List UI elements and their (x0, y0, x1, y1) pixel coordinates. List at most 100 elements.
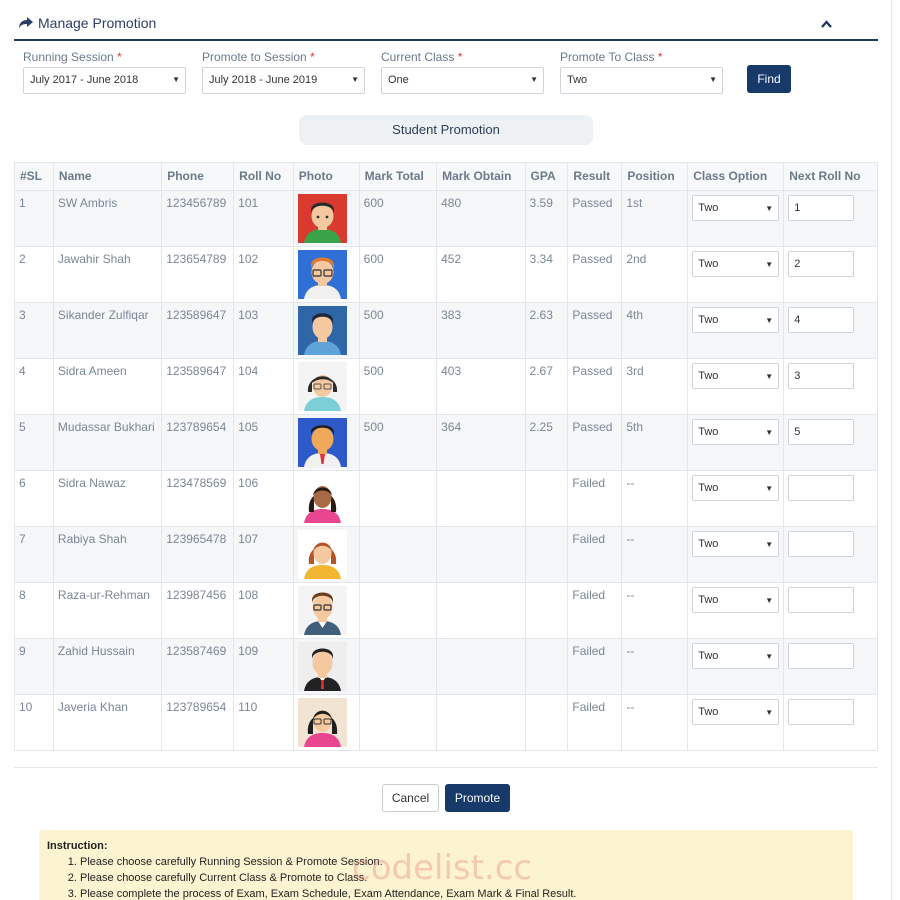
class-option-select[interactable]: Two ▼ (692, 643, 780, 669)
caret-down-icon: ▼ (765, 372, 774, 381)
mark-obtain-cell: 403 (436, 358, 526, 415)
student-photo (297, 306, 347, 355)
class-option-select[interactable]: Two ▼ (692, 531, 780, 557)
next-roll-input[interactable] (788, 531, 855, 557)
next-roll-input[interactable] (788, 699, 855, 725)
result-cell: Failed (567, 470, 623, 527)
promote-session-select[interactable]: July 2018 - June 2019 ▼ (202, 67, 365, 94)
student-photo (297, 250, 347, 299)
class-option-cell: Two ▼ (687, 302, 785, 359)
sl-cell: 9 (14, 638, 54, 695)
column-header: Name (52, 162, 163, 191)
name-cell: Javeria Khan (52, 694, 163, 751)
class-option-select[interactable]: Two ▼ (692, 307, 780, 333)
result-cell: Failed (567, 638, 623, 695)
column-header: Mark Obtain (436, 162, 526, 191)
next-roll-input[interactable]: 4 (788, 307, 855, 333)
next-roll-input[interactable] (788, 643, 855, 669)
result-cell: Passed (567, 302, 623, 359)
position-cell: 4th (621, 302, 689, 359)
instruction-item: Please complete the process of Exam, Exa… (80, 886, 845, 900)
next-roll-input[interactable]: 2 (788, 251, 855, 277)
running-session-label: Running Session * (23, 50, 122, 64)
find-button[interactable]: Find (747, 65, 791, 93)
column-header: GPA (524, 162, 569, 191)
gpa-cell: 3.34 (524, 246, 569, 303)
running-session-select[interactable]: July 2017 - June 2018 ▼ (23, 67, 186, 94)
current-class-select[interactable]: One ▼ (381, 67, 544, 94)
gpa-cell (524, 638, 569, 695)
student-photo (297, 362, 347, 411)
mark-obtain-cell: 383 (436, 302, 526, 359)
photo-cell (292, 526, 360, 583)
photo-cell (292, 246, 360, 303)
next-roll-input[interactable]: 5 (788, 419, 855, 445)
next-roll-input[interactable] (788, 475, 855, 501)
caret-down-icon: ▼ (765, 316, 774, 325)
position-cell: -- (621, 694, 689, 751)
photo-cell (292, 638, 360, 695)
mark-total-cell (358, 526, 438, 583)
class-option-cell: Two ▼ (687, 190, 785, 247)
next-roll-cell: 4 (783, 302, 878, 359)
class-option-select[interactable]: Two ▼ (692, 475, 780, 501)
mark-total-cell: 500 (358, 414, 438, 471)
name-cell: Sikander Zulfiqar (52, 302, 163, 359)
sl-cell: 1 (14, 190, 54, 247)
class-option-select[interactable]: Two ▼ (692, 419, 780, 445)
sl-cell: 10 (14, 694, 54, 751)
next-roll-input[interactable]: 3 (788, 363, 855, 389)
next-roll-input[interactable] (788, 587, 855, 613)
class-option-select[interactable]: Two ▼ (692, 699, 780, 725)
student-promotion-tab: Student Promotion (299, 115, 593, 145)
student-photo (297, 698, 347, 747)
class-option-select[interactable]: Two ▼ (692, 587, 780, 613)
sl-cell: 2 (14, 246, 54, 303)
roll-cell: 102 (233, 246, 294, 303)
next-roll-input[interactable]: 1 (788, 195, 855, 221)
promote-button[interactable]: Promote (445, 784, 510, 812)
phone-cell: 123654789 (161, 246, 235, 303)
caret-down-icon: ▼ (765, 428, 774, 437)
watermark: codelist.cc (352, 848, 533, 888)
mark-total-cell (358, 470, 438, 527)
position-cell: -- (621, 526, 689, 583)
column-header: Next Roll No (783, 162, 878, 191)
next-roll-cell (783, 638, 878, 695)
promote-session-field: Promote to Session * July 2018 - June 20… (202, 50, 365, 94)
mark-total-cell: 500 (358, 358, 438, 415)
chevron-up-icon[interactable] (821, 17, 832, 31)
table-row: 3 Sikander Zulfiqar 123589647 103 500 38… (14, 302, 878, 359)
next-roll-cell (783, 470, 878, 527)
column-header: Mark Total (358, 162, 438, 191)
class-option-select[interactable]: Two ▼ (692, 251, 780, 277)
promote-class-select[interactable]: Two ▼ (560, 67, 723, 94)
current-class-field: Current Class * One ▼ (381, 50, 544, 94)
next-roll-cell: 5 (783, 414, 878, 471)
phone-cell: 123456789 (161, 190, 235, 247)
column-header: Position (621, 162, 689, 191)
mark-total-cell: 600 (358, 190, 438, 247)
result-cell: Failed (567, 694, 623, 751)
student-promotion-table: #SL Name Phone Roll No Photo Mark Total … (14, 162, 878, 751)
class-option-select[interactable]: Two ▼ (692, 195, 780, 221)
caret-down-icon: ▼ (351, 75, 359, 84)
name-cell: Zahid Hussain (52, 638, 163, 695)
roll-cell: 101 (233, 190, 294, 247)
table-row: 7 Rabiya Shah 123965478 107 Failed -- Tw… (14, 526, 878, 583)
gpa-cell (524, 582, 569, 639)
class-option-cell: Two ▼ (687, 358, 785, 415)
caret-down-icon: ▼ (765, 596, 774, 605)
result-cell: Failed (567, 582, 623, 639)
mark-obtain-cell: 480 (436, 190, 526, 247)
next-roll-cell (783, 694, 878, 751)
panel-title: Manage Promotion (18, 15, 156, 31)
cancel-button[interactable]: Cancel (382, 784, 439, 812)
class-option-cell: Two ▼ (687, 246, 785, 303)
mark-obtain-cell: 364 (436, 414, 526, 471)
name-cell: Sidra Nawaz (52, 470, 163, 527)
class-option-select[interactable]: Two ▼ (692, 363, 780, 389)
running-session-field: Running Session * July 2017 - June 2018 ▼ (23, 50, 186, 94)
next-roll-cell (783, 582, 878, 639)
roll-cell: 108 (233, 582, 294, 639)
